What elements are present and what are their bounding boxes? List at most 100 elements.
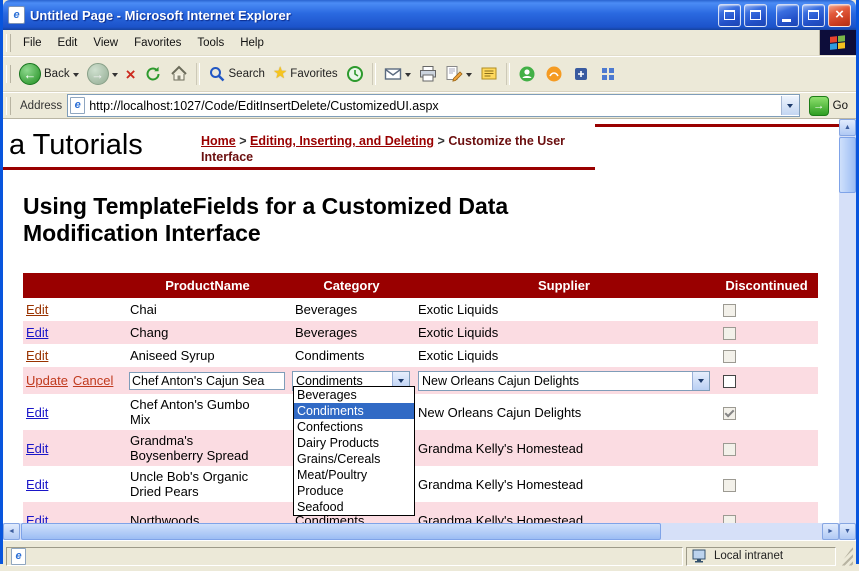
chevron-down-icon (73, 73, 79, 80)
go-label: Go (833, 100, 848, 112)
titlebar-button-2[interactable] (744, 4, 767, 27)
vertical-scroll-thumb[interactable] (839, 137, 856, 193)
minimize-button[interactable] (776, 4, 799, 27)
print-button[interactable] (415, 63, 441, 85)
category-cell: Condiments (290, 344, 413, 367)
breadcrumb-home-link[interactable]: Home (201, 134, 236, 148)
grid-icon (599, 65, 618, 84)
toolbar-grip[interactable] (6, 97, 11, 115)
dropdown-option[interactable]: Produce (294, 483, 414, 499)
scroll-left-button[interactable]: ◄ (3, 523, 20, 540)
menu-tools[interactable]: Tools (189, 33, 232, 53)
menu-favorites[interactable]: Favorites (126, 33, 189, 53)
dropdown-option[interactable]: Beverages (294, 387, 414, 403)
grid-header-row: ProductName Category Supplier Discontinu… (23, 273, 818, 298)
actions-column-header (23, 273, 125, 298)
supplier-cell: Exotic Liquids (413, 321, 715, 344)
status-main-panel: e (6, 547, 683, 566)
discontinued-checkbox (723, 443, 736, 456)
vertical-scroll-track[interactable] (839, 136, 856, 523)
horizontal-scroll-track[interactable] (20, 523, 822, 540)
supplier-cell: Grandma Kelly's Homestead (413, 466, 715, 502)
edit-link[interactable]: Edit (26, 405, 48, 420)
supplier-column-header: Supplier (413, 273, 715, 298)
address-label: Address (20, 100, 62, 112)
horizontal-scroll-thumb[interactable] (21, 523, 661, 540)
supplier-select[interactable]: New Orleans Cajun Delights (418, 371, 710, 391)
toolbar-separator (372, 63, 376, 85)
search-button[interactable]: Search (204, 63, 269, 85)
product-name-input[interactable] (129, 372, 285, 390)
toolbar-separator (196, 63, 200, 85)
refresh-button[interactable] (140, 63, 166, 85)
scroll-up-button[interactable]: ▲ (839, 119, 856, 136)
supplier-cell: Exotic Liquids (413, 344, 715, 367)
window-title: Untitled Page - Microsoft Internet Explo… (30, 8, 715, 23)
browser-window: e Untitled Page - Microsoft Internet Exp… (0, 0, 859, 564)
menu-edit[interactable]: Edit (50, 33, 86, 53)
address-input[interactable]: e http://localhost:1027/Code/EditInsertD… (67, 94, 799, 117)
back-button[interactable]: ← Back (15, 61, 83, 87)
maximize-button[interactable] (802, 4, 825, 27)
discontinued-checkbox[interactable] (723, 375, 736, 388)
product-cell: Chai (125, 298, 290, 321)
page-content: a Tutorials Home > Editing, Inserting, a… (3, 119, 856, 540)
dropdown-option[interactable]: Confections (294, 419, 414, 435)
toolbar-grip[interactable] (6, 65, 11, 83)
resize-grip[interactable] (839, 547, 853, 566)
edit-link[interactable]: Edit (26, 325, 48, 340)
dropdown-option[interactable]: Grains/Cereals (294, 451, 414, 467)
menu-view[interactable]: View (85, 33, 126, 53)
msn-icon (545, 65, 564, 84)
breadcrumb-separator: > (239, 134, 246, 148)
menu-help[interactable]: Help (232, 33, 272, 53)
discontinued-column-header: Discontinued (715, 273, 818, 298)
mail-button[interactable] (380, 63, 415, 85)
edit-button[interactable] (441, 63, 476, 85)
dropdown-option[interactable]: Dairy Products (294, 435, 414, 451)
edit-link[interactable]: Edit (26, 302, 48, 317)
discuss-button[interactable] (476, 63, 502, 85)
vertical-scrollbar[interactable]: ▲ ▼ (839, 119, 856, 540)
breadcrumb-section-link[interactable]: Editing, Inserting, and Deleting (250, 134, 434, 148)
scroll-right-button[interactable]: ► (822, 523, 839, 540)
history-icon (346, 65, 364, 83)
edit-link[interactable]: Edit (26, 441, 48, 456)
messenger-button[interactable] (514, 63, 541, 86)
update-link[interactable]: Update (26, 373, 68, 388)
address-url: http://localhost:1027/Code/EditInsertDel… (85, 99, 780, 113)
edit-link[interactable]: Edit (26, 348, 48, 363)
status-bar: e Local intranet (3, 540, 856, 571)
forward-button[interactable]: → (83, 61, 122, 87)
scroll-down-button[interactable]: ▼ (839, 523, 856, 540)
dropdown-option-selected[interactable]: Condiments (294, 403, 414, 419)
products-grid: ProductName Category Supplier Discontinu… (23, 273, 818, 538)
dropdown-option[interactable]: Seafood (294, 499, 414, 515)
horizontal-scrollbar[interactable]: ◄ ► (3, 523, 839, 540)
home-button[interactable] (166, 63, 192, 85)
discontinued-checkbox (723, 327, 736, 340)
page-icon: e (70, 97, 85, 114)
menu-file[interactable]: File (15, 33, 50, 53)
history-button[interactable] (342, 63, 368, 85)
chevron-down-icon (787, 104, 793, 111)
edit-link[interactable]: Edit (26, 477, 48, 492)
supplier-cell: New Orleans Cajun Delights (413, 394, 715, 430)
go-button[interactable]: → Go (805, 96, 852, 116)
header-rule (595, 124, 839, 127)
favorites-button[interactable]: ★ Favorites (269, 64, 342, 84)
stop-button[interactable]: × (122, 64, 140, 85)
toolbar-grip[interactable] (6, 34, 11, 52)
stop-icon: × (126, 66, 136, 83)
research-button[interactable] (568, 63, 595, 86)
breadcrumb: Home > Editing, Inserting, and Deleting … (201, 134, 587, 165)
address-dropdown-button[interactable] (781, 96, 799, 115)
cancel-link[interactable]: Cancel (73, 373, 113, 388)
msn-button[interactable] (541, 63, 568, 86)
quick-launch-button[interactable] (595, 63, 622, 86)
product-cell: Chef Anton's Gumbo Mix (125, 394, 290, 430)
search-label: Search (229, 68, 265, 80)
dropdown-option[interactable]: Meat/Poultry (294, 467, 414, 483)
close-button[interactable]: × (828, 4, 851, 27)
titlebar-button-1[interactable] (718, 4, 741, 27)
